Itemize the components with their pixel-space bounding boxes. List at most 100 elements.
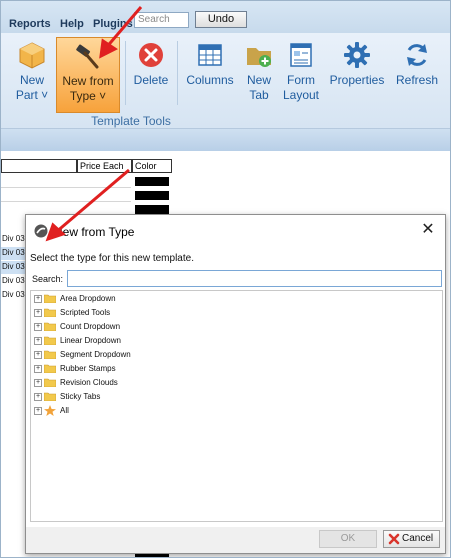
color-swatch[interactable] [135,191,169,200]
expand-icon[interactable]: + [34,322,42,331]
cancel-button[interactable]: Cancel [383,530,440,548]
app-window: Reports Help Plugins Search Undo New Par… [0,0,451,558]
tree-item-all[interactable]: + All [34,405,69,417]
form-layout-label-2: Layout [282,88,320,102]
grid-cell-div[interactable]: Div 03 [1,275,27,288]
tree-item-rubber-stamps[interactable]: + Rubber Stamps [34,363,116,375]
tree-item-scripted-tools[interactable]: + Scripted Tools [34,307,110,319]
grid-cell-div[interactable]: Div 03 [1,233,27,246]
new-part-label-1: New [19,73,44,87]
tree-item-label: All [60,406,69,415]
ribbon-separator [125,41,126,105]
expand-icon[interactable]: + [34,294,42,303]
app-logo-icon [34,224,48,238]
columns-icon [198,44,222,66]
search-label: Search: [32,274,64,284]
grid-cell-div[interactable]: Div 03 [1,247,27,260]
grid-row-line [1,187,131,188]
expand-icon[interactable]: + [34,336,42,345]
tree-item-sticky-tabs[interactable]: + Sticky Tabs [34,391,100,403]
menu-help[interactable]: Help [60,18,84,30]
expand-icon[interactable]: + [34,350,42,359]
ribbon-group-band [1,129,450,151]
color-swatch[interactable] [135,177,169,186]
new-from-type-label-2: Type ˅ [69,89,107,103]
ribbon-group-label: Template Tools [91,114,171,128]
expand-icon[interactable]: + [34,406,42,415]
tree-item-count-dropdown[interactable]: + Count Dropdown [34,321,120,333]
folder-icon [44,337,56,346]
refresh-icon [407,44,427,66]
refresh-button[interactable]: Refresh [393,37,441,113]
color-swatch[interactable] [135,205,169,214]
hammer-icon [76,44,99,69]
properties-button[interactable]: Properties [327,37,387,113]
expand-icon[interactable]: + [34,308,42,317]
tree-item-label: Rubber Stamps [60,364,116,373]
menu-bar: Reports Help Plugins Search Undo [1,1,450,33]
new-part-button[interactable]: New Part ˅ [9,37,55,113]
close-button[interactable]: ✕ [419,221,437,239]
grid-cell-div[interactable]: Div 03 [1,261,27,274]
folder-icon [44,309,56,318]
new-from-type-label-1: New from [62,74,114,88]
toolbar-search-input[interactable]: Search [134,12,189,28]
tree-item-segment-dropdown[interactable]: + Segment Dropdown [34,349,131,361]
grid-header-color[interactable]: Color [132,159,172,173]
cancel-x-icon [388,533,400,545]
form-layout-icon [290,43,312,67]
tree-item-label: Scripted Tools [60,308,111,317]
gear-icon [344,42,370,68]
refresh-label: Refresh [395,73,439,87]
folder-icon [44,393,56,402]
tree-item-label: Segment Dropdown [60,350,131,359]
new-tab-label-1: New [246,73,271,87]
ok-button[interactable]: OK [319,530,377,548]
tree-item-label: Sticky Tabs [60,392,101,401]
properties-label: Properties [329,73,385,87]
expand-icon[interactable]: + [34,392,42,401]
folder-icon [44,295,56,304]
expand-icon[interactable]: + [34,378,42,387]
tree-item-linear-dropdown[interactable]: + Linear Dropdown [34,335,121,347]
grid-header-blank [1,159,77,173]
cube-icon [19,42,45,69]
tree-item-label: Revision Clouds [60,378,118,387]
delete-label: Delete [133,73,169,87]
folder-icon [44,323,56,332]
tree-item-label: Area Dropdown [60,294,116,303]
undo-button[interactable]: Undo [195,11,247,28]
columns-button[interactable]: Columns [185,37,235,113]
type-tree: + Area Dropdown + Scripted Tools + Count Dr… [30,290,443,522]
columns-label: Columns [186,73,234,87]
grid-cell-div[interactable]: Div 03 [1,289,27,302]
new-tab-label-2: Tab [249,88,269,102]
type-search-input[interactable] [67,270,442,287]
tree-item-revision-clouds[interactable]: + Revision Clouds [34,377,118,389]
ribbon-separator [177,41,178,105]
new-part-label-2: Part ˅ [15,88,49,102]
delete-icon [139,43,163,67]
new-from-type-button[interactable]: New from Type ˅ [56,37,120,113]
dialog-title: New from Type [54,225,135,239]
tree-item-area-dropdown[interactable]: + Area Dropdown [34,293,116,305]
star-icon [44,405,56,417]
folder-icon [44,379,56,388]
tree-item-label: Count Dropdown [60,322,121,331]
dialog-prompt: Select the type for this new template. [30,253,194,264]
new-tab-button[interactable]: New Tab [240,37,278,113]
dialog-footer: OK Cancel [26,527,445,553]
form-layout-button[interactable]: Form Layout [281,37,321,113]
menu-reports[interactable]: Reports [9,18,51,30]
grid-header-price-each[interactable]: Price Each [77,159,132,173]
cancel-label: Cancel [402,533,434,544]
folder-icon [44,365,56,374]
ribbon: New Part ˅ New from Type ˅ Delete Column… [1,33,450,129]
new-from-type-dialog: New from Type ✕ Select the type for this… [25,214,446,554]
ok-label: OK [340,533,356,544]
expand-icon[interactable]: + [34,364,42,373]
form-layout-label-1: Form [287,73,315,87]
delete-button[interactable]: Delete [129,37,173,113]
menu-plugins[interactable]: Plugins [93,18,133,30]
folder-icon [44,351,56,360]
